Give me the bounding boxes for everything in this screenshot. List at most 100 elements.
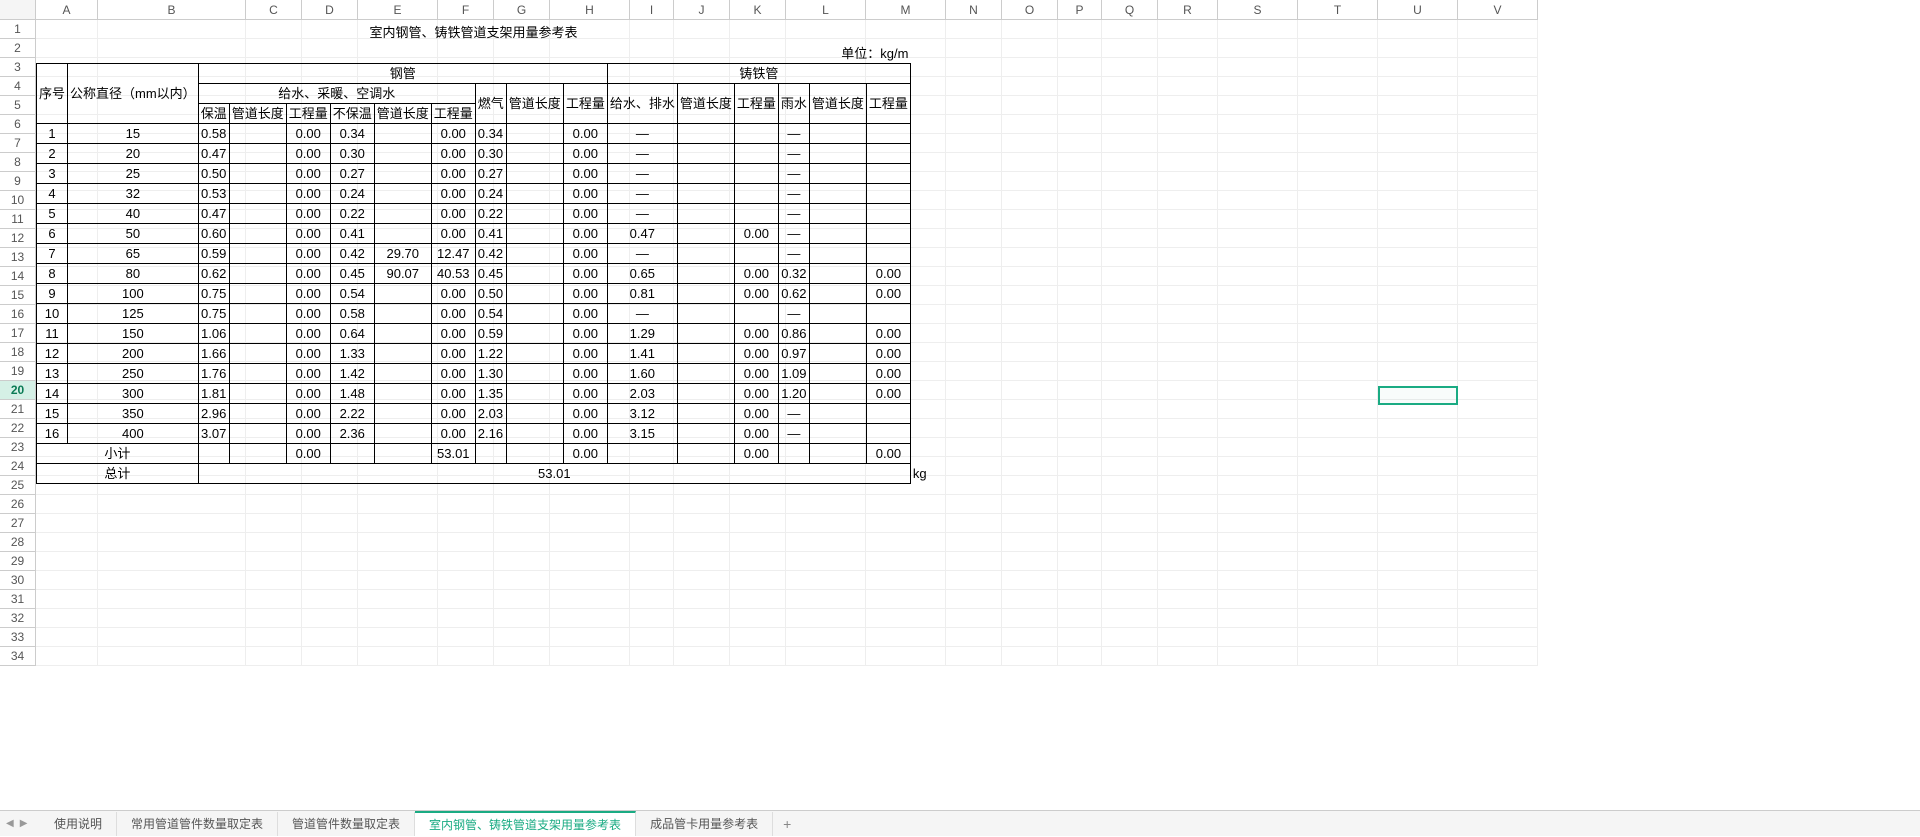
row-header-22[interactable]: 22 bbox=[0, 419, 36, 438]
cell-h: 0.00 bbox=[431, 384, 475, 404]
row-header-25[interactable]: 25 bbox=[0, 476, 36, 495]
col-header-T[interactable]: T bbox=[1298, 0, 1378, 20]
cell-l: 0.00 bbox=[563, 384, 607, 404]
row-header-8[interactable]: 8 bbox=[0, 153, 36, 172]
subtotal-o: 0.00 bbox=[734, 444, 778, 464]
row-header-10[interactable]: 10 bbox=[0, 191, 36, 210]
tab-prev-icon[interactable]: ◀ bbox=[4, 818, 16, 829]
cell-n: 10 bbox=[37, 304, 68, 324]
cell-m: 3.15 bbox=[607, 424, 677, 444]
col-header-F[interactable]: F bbox=[438, 0, 494, 20]
col-header-S[interactable]: S bbox=[1218, 0, 1298, 20]
selected-cell[interactable] bbox=[1378, 386, 1458, 405]
col-header-B[interactable]: B bbox=[98, 0, 246, 20]
cell-empty bbox=[229, 244, 286, 264]
row-header-24[interactable]: 24 bbox=[0, 457, 36, 476]
row-header-33[interactable]: 33 bbox=[0, 628, 36, 647]
cell-empty bbox=[677, 324, 734, 344]
col-header-E[interactable]: E bbox=[358, 0, 438, 20]
cell-p: 0.86 bbox=[778, 324, 809, 344]
cell-p: — bbox=[778, 404, 809, 424]
row-header-21[interactable]: 21 bbox=[0, 400, 36, 419]
col-header-I[interactable]: I bbox=[630, 0, 674, 20]
col-header-G[interactable]: G bbox=[494, 0, 550, 20]
cell-h: 0.00 bbox=[431, 204, 475, 224]
row-header-6[interactable]: 6 bbox=[0, 115, 36, 134]
row-header-30[interactable]: 30 bbox=[0, 571, 36, 590]
row-header-17[interactable]: 17 bbox=[0, 324, 36, 343]
row-header-1[interactable]: 1 bbox=[0, 20, 36, 39]
col-header-Q[interactable]: Q bbox=[1102, 0, 1158, 20]
cell-i: 0.45 bbox=[475, 264, 506, 284]
row-header-15[interactable]: 15 bbox=[0, 286, 36, 305]
cell-e: 0.00 bbox=[286, 204, 330, 224]
col-header-L[interactable]: L bbox=[786, 0, 866, 20]
sheet-tab[interactable]: 常用管道管件数量取定表 bbox=[117, 812, 278, 836]
row-header-13[interactable]: 13 bbox=[0, 248, 36, 267]
cell-c: 2.96 bbox=[198, 404, 229, 424]
col-header-M[interactable]: M bbox=[866, 0, 946, 20]
col-header-C[interactable]: C bbox=[246, 0, 302, 20]
col-header-U[interactable]: U bbox=[1378, 0, 1458, 20]
row-header-4[interactable]: 4 bbox=[0, 77, 36, 96]
cell-c: 1.76 bbox=[198, 364, 229, 384]
cell-i: 2.03 bbox=[475, 404, 506, 424]
row-header-7[interactable]: 7 bbox=[0, 134, 36, 153]
hdr-len-g: 管道长度 bbox=[374, 104, 431, 124]
cell-n: 15 bbox=[37, 404, 68, 424]
row-header-29[interactable]: 29 bbox=[0, 552, 36, 571]
row-header-27[interactable]: 27 bbox=[0, 514, 36, 533]
row-header-26[interactable]: 26 bbox=[0, 495, 36, 514]
cell-p: 0.32 bbox=[778, 264, 809, 284]
cell-r: 0.00 bbox=[866, 384, 910, 404]
row-header-3[interactable]: 3 bbox=[0, 58, 36, 77]
select-all-corner[interactable] bbox=[0, 0, 36, 20]
cell-empty bbox=[677, 244, 734, 264]
tab-next-icon[interactable]: ▶ bbox=[18, 818, 30, 829]
cell-g: 90.07 bbox=[374, 264, 431, 284]
row-header-20[interactable]: 20 bbox=[0, 381, 36, 400]
cell-m: 1.60 bbox=[607, 364, 677, 384]
sheet-tab[interactable]: 室内钢管、铸铁管道支架用量参考表 bbox=[415, 811, 636, 836]
sheet-tab[interactable]: 管道管件数量取定表 bbox=[278, 812, 415, 836]
row-header-28[interactable]: 28 bbox=[0, 533, 36, 552]
row-header-12[interactable]: 12 bbox=[0, 229, 36, 248]
cell-e: 0.00 bbox=[286, 344, 330, 364]
row-header-14[interactable]: 14 bbox=[0, 267, 36, 286]
sheet-tab[interactable]: 成品管卡用量参考表 bbox=[636, 812, 773, 836]
row-header-31[interactable]: 31 bbox=[0, 590, 36, 609]
col-header-H[interactable]: H bbox=[550, 0, 630, 20]
subtotal-r: 0.00 bbox=[866, 444, 910, 464]
col-header-O[interactable]: O bbox=[1002, 0, 1058, 20]
cell bbox=[475, 444, 506, 464]
row-header-5[interactable]: 5 bbox=[0, 96, 36, 115]
row-header-32[interactable]: 32 bbox=[0, 609, 36, 628]
col-header-P[interactable]: P bbox=[1058, 0, 1102, 20]
row-header-9[interactable]: 9 bbox=[0, 172, 36, 191]
cell-empty bbox=[506, 404, 563, 424]
row-header-19[interactable]: 19 bbox=[0, 362, 36, 381]
sheet-tab[interactable]: 使用说明 bbox=[40, 812, 117, 836]
cell-h: 12.47 bbox=[431, 244, 475, 264]
col-header-R[interactable]: R bbox=[1158, 0, 1218, 20]
row-header-16[interactable]: 16 bbox=[0, 305, 36, 324]
row-header-23[interactable]: 23 bbox=[0, 438, 36, 457]
cell-o bbox=[734, 124, 778, 144]
cell-i: 0.30 bbox=[475, 144, 506, 164]
cell-e: 0.00 bbox=[286, 424, 330, 444]
col-header-V[interactable]: V bbox=[1458, 0, 1538, 20]
row-header-34[interactable]: 34 bbox=[0, 647, 36, 666]
row-header-2[interactable]: 2 bbox=[0, 39, 36, 58]
cell-l: 0.00 bbox=[563, 324, 607, 344]
add-sheet-button[interactable]: + bbox=[773, 816, 801, 832]
col-header-J[interactable]: J bbox=[674, 0, 730, 20]
cell-e: 0.00 bbox=[286, 244, 330, 264]
col-header-A[interactable]: A bbox=[36, 0, 98, 20]
row-header-18[interactable]: 18 bbox=[0, 343, 36, 362]
cell-g bbox=[374, 404, 431, 424]
row-header-11[interactable]: 11 bbox=[0, 210, 36, 229]
col-header-D[interactable]: D bbox=[302, 0, 358, 20]
unit-label: 单位：kg/m bbox=[37, 44, 911, 64]
col-header-K[interactable]: K bbox=[730, 0, 786, 20]
col-header-N[interactable]: N bbox=[946, 0, 1002, 20]
